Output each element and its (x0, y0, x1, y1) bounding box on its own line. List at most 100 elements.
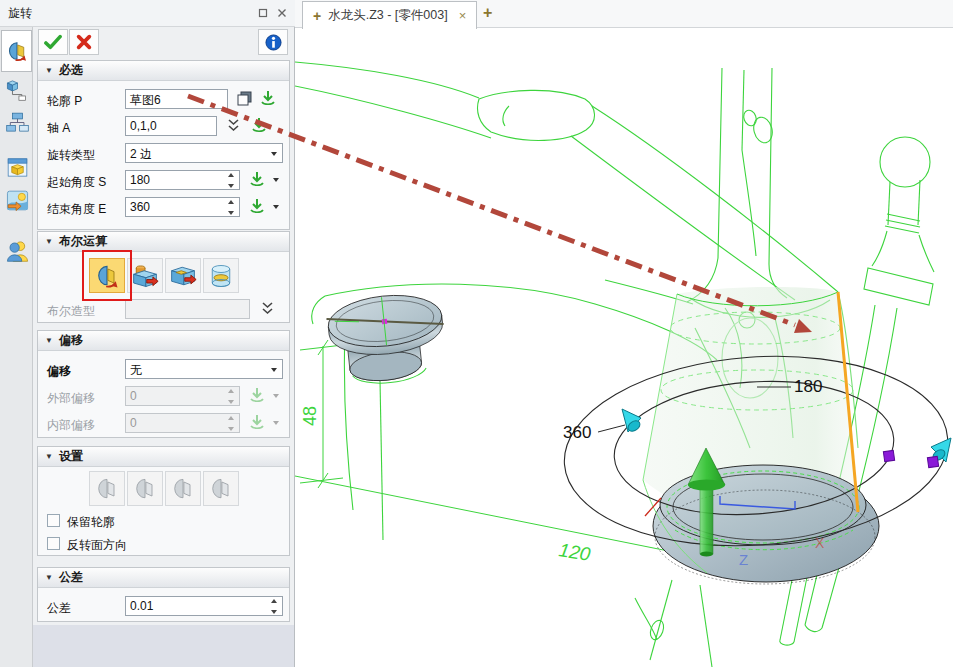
flip-face-checkbox[interactable] (47, 537, 60, 550)
start-angle-value: 180 (130, 173, 150, 187)
hierarchy-icon (6, 111, 29, 134)
window-cube-icon (6, 156, 29, 179)
people-icon (6, 239, 29, 262)
section-settings-header[interactable]: ▼设置 (38, 447, 289, 467)
boolean-remove-icon (169, 262, 197, 290)
axis-z-label: Z (739, 551, 748, 568)
pick-from-list-icon[interactable] (251, 117, 267, 133)
outer-offset-value: 0 (130, 389, 137, 403)
tolerance-value: 0.01 (130, 599, 153, 613)
revolve-type-row: 旋转类型 2 边 (38, 140, 289, 167)
angle-360-label: 360 (563, 423, 591, 442)
revolve-type-select[interactable]: 2 边 (125, 143, 283, 163)
dim-48: 48 (300, 406, 320, 426)
tab-manager-icon[interactable] (4, 110, 30, 134)
settings-option2-button[interactable] (127, 471, 163, 506)
section-tolerance-header[interactable]: ▼公差 (38, 568, 289, 588)
boolean-intersect-button[interactable] (203, 258, 239, 293)
offset-select[interactable]: 无 (125, 359, 283, 379)
chevron-double-down-icon[interactable] (226, 118, 241, 133)
boolean-remove-button[interactable] (165, 258, 201, 293)
offset-value: 无 (130, 363, 142, 377)
revolve-icon (5, 39, 29, 63)
end-angle-value: 360 (130, 200, 150, 214)
end-angle-label: 结束角度 E (47, 201, 106, 218)
check-icon (44, 34, 62, 50)
copy-icon[interactable] (236, 90, 253, 107)
revolve-dialog: ▼必选 轮廓 P 草图6 轴 A 0,1,0 旋转类型 2 边 起始角度 S 1… (33, 27, 295, 667)
panel-empty-area (33, 625, 294, 667)
ok-button[interactable] (38, 29, 68, 55)
offset-label: 偏移 (47, 363, 71, 380)
section-boolean-header[interactable]: ▼布尔运算 (38, 232, 289, 252)
gray-revolve-icon (93, 475, 121, 503)
inner-offset-row: 内部偏移 0 (38, 410, 289, 437)
tab-window-icon[interactable] (4, 155, 30, 179)
dialog-title: 旋转 (8, 5, 32, 22)
start-angle-input[interactable]: 180 (125, 170, 240, 190)
settings-option1-button[interactable] (89, 471, 125, 506)
tab-document[interactable]: + 水龙头.Z3 - [零件003] × (302, 1, 477, 29)
boolean-add-button[interactable] (127, 258, 163, 293)
tab-revolve-icon[interactable] (1, 30, 32, 72)
image-icon (6, 189, 29, 212)
gray-revolve-icon (131, 475, 159, 503)
boolean-add-icon (131, 262, 159, 290)
dropdown-caret-icon (273, 421, 279, 425)
tab-user-icon[interactable] (4, 238, 30, 262)
pick-from-list-icon[interactable] (260, 90, 276, 106)
keep-profile-checkbox[interactable] (47, 514, 60, 527)
section-offset-header[interactable]: ▼偏移 (38, 331, 289, 351)
dropdown-caret-icon[interactable] (273, 178, 279, 182)
offset-row: 偏移 无 (38, 356, 289, 383)
profile-input[interactable]: 草图6 (125, 89, 228, 109)
base-disc (643, 465, 879, 584)
dialog-titlebar: 旋转 (0, 0, 295, 27)
knob-shaded (325, 290, 449, 388)
cancel-button[interactable] (69, 29, 99, 55)
viewport[interactable]: 48 120 X Z 180 360 (295, 28, 953, 667)
angle-180-label: 180 (794, 377, 822, 396)
dropdown-caret-icon[interactable] (273, 205, 279, 209)
flip-face-label: 反转面方向 (67, 537, 127, 554)
feature-tab-strip (0, 27, 33, 667)
outer-offset-input: 0 (125, 386, 240, 406)
section-settings-label: 设置 (59, 448, 83, 465)
section-settings: ▼设置 保留轮廓 反转面方向 (37, 446, 290, 556)
tolerance-input[interactable]: 0.01 (125, 596, 283, 616)
settings-option3-button[interactable] (165, 471, 201, 506)
profile-row: 轮廓 P 草图6 (38, 86, 289, 113)
dim-120: 120 (557, 539, 592, 565)
revolve-type-label: 旋转类型 (47, 147, 95, 164)
inner-offset-label: 内部偏移 (47, 417, 95, 434)
axis-input[interactable]: 0,1,0 (125, 116, 217, 136)
axis-x-label: X (815, 535, 825, 551)
settings-option4-button[interactable] (203, 471, 239, 506)
pick-from-list-icon[interactable] (249, 198, 265, 214)
outer-offset-label: 外部偏移 (47, 390, 95, 407)
dropdown-caret-icon (271, 368, 277, 372)
section-boolean-label: 布尔运算 (59, 233, 107, 250)
pick-from-list-icon (249, 387, 265, 403)
boolean-shape-row: 布尔造型 (38, 298, 289, 325)
outer-offset-row: 外部偏移 0 (38, 383, 289, 410)
spinner-icon[interactable] (267, 599, 280, 614)
float-icon[interactable] (258, 8, 268, 18)
close-dialog-icon[interactable] (277, 8, 287, 18)
section-required-header[interactable]: ▼必选 (38, 61, 289, 81)
spinner-icon[interactable] (224, 200, 237, 215)
chevron-double-down-icon[interactable] (260, 301, 275, 316)
section-tolerance: ▼公差 公差 0.01 (37, 567, 290, 622)
document-tabbar: + 水龙头.Z3 - [零件003] × + (295, 0, 953, 28)
spinner-icon[interactable] (224, 173, 237, 188)
start-angle-label: 起始角度 S (47, 174, 106, 191)
new-tab-button[interactable]: + (483, 4, 492, 22)
pick-from-list-icon[interactable] (249, 171, 265, 187)
tab-visualize-icon[interactable] (4, 188, 30, 212)
tab-title: 水龙头.Z3 - [零件003] (328, 7, 447, 24)
info-button[interactable] (258, 29, 288, 55)
end-angle-input[interactable]: 360 (125, 197, 240, 217)
section-offset-label: 偏移 (59, 332, 83, 349)
tab-close-icon[interactable]: × (459, 8, 467, 23)
tab-history-icon[interactable] (4, 77, 30, 101)
